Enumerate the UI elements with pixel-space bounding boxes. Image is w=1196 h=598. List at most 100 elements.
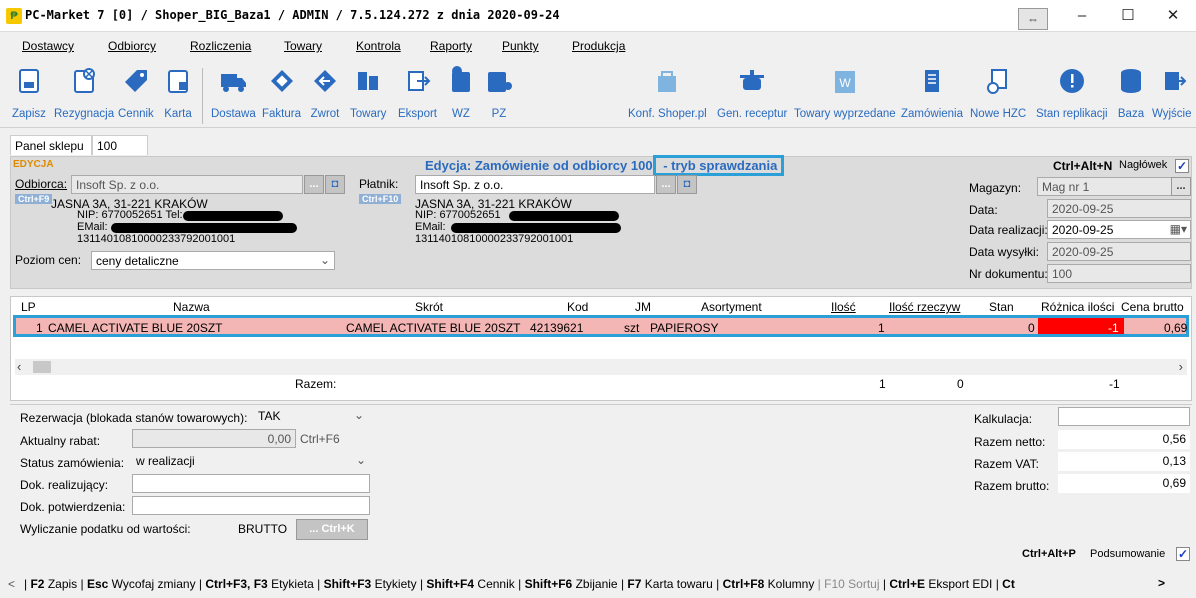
cancel-button[interactable]: Rezygnacja [54,66,114,120]
pz-button[interactable]: PZ [484,66,514,120]
delivery-button[interactable]: Dostawa [211,66,256,120]
gross-total-value: 0,69 [1058,474,1190,493]
redaction-bar [183,211,283,221]
reservation-select[interactable]: TAK ⌄ [254,407,366,426]
shoper-config-button[interactable]: Konf. Shoper.pl [628,66,707,120]
horizontal-scrollbar[interactable]: ‹ › [15,359,1187,375]
price-level-select[interactable]: ceny detaliczne ⌄ [91,251,335,270]
maximize-button[interactable]: ☐ [1105,0,1151,32]
shipping-date-label: Data wysyłki: [969,245,1040,259]
recipe-generator-button[interactable]: Gen. receptur [717,66,787,120]
col-header-actual-quantity[interactable]: Ilość rzeczyw [889,300,960,314]
shortcut-item[interactable]: | Ctrl+E Eksport EDI [883,577,993,591]
invoice-button[interactable]: Faktura [262,66,301,120]
card-button[interactable]: Karta [163,66,193,120]
col-header-difference[interactable]: Różnica ilości [1041,300,1114,314]
scroll-left-icon[interactable]: ‹ [17,359,21,374]
payer-field[interactable]: Insoft Sp. z o.o. [415,175,655,194]
shortcut-item[interactable]: | Ctrl+F8 Kolumny [716,577,814,591]
pot-icon [740,70,765,90]
wz-button[interactable]: WZ [446,66,476,120]
order-status-select[interactable]: w realizacji ⌄ [132,452,368,471]
price-list-button[interactable]: Cennik [118,66,154,120]
shortcut-item[interactable]: | Ct [996,577,1015,591]
exit-button[interactable]: Wyjście [1152,66,1192,120]
menu-rozliczenia[interactable]: Rozliczenia [190,39,251,53]
realization-date-field[interactable]: 2020-09-25 ▦▾ [1047,220,1191,239]
shortcut-item[interactable]: | Shift+F4 Cennik [420,577,515,591]
customer-camera-icon[interactable]: ◘ [325,175,345,194]
menu-raporty[interactable]: Raporty [430,39,472,53]
payer-account: 13114010810000233792001001 [415,233,574,245]
scroll-right-icon[interactable]: › [1179,359,1183,374]
shortcut-item[interactable]: | Ctrl+F3, F3 Etykieta [199,577,314,591]
goods-button[interactable]: Towary [350,66,386,120]
payer-email-label: EMail: [415,221,446,233]
summary-checkbox[interactable]: ✓ [1176,547,1190,561]
table-row[interactable]: 1 CAMEL ACTIVATE BLUE 20SZT CAMEL ACTIVA… [13,315,1189,337]
minimize-button[interactable]: – [1059,0,1105,32]
return-button[interactable]: Zwrot [310,66,340,120]
shortcut-item[interactable]: | Shift+F6 Zbijanie [518,577,618,591]
orders-button[interactable]: Zamówienia [901,66,963,120]
calculation-field[interactable] [1058,407,1190,426]
shortcut-item[interactable]: | F7 Karta towaru [621,577,713,591]
col-header-code[interactable]: Kod [567,300,588,314]
vat-total-label: Razem VAT: [974,457,1039,471]
confirmation-document-field[interactable] [132,496,370,515]
swap-icon[interactable]: ⇔ [1018,8,1048,30]
tab-panel-sklepu[interactable]: Panel sklepu [10,135,92,155]
shortcut-item[interactable]: | F2 Zapis [24,577,77,591]
save-button[interactable]: Zapisz [12,66,46,120]
menu-punkty[interactable]: Punkty [502,39,539,53]
date-label: Data: [969,203,998,217]
menu-odbiorcy[interactable]: Odbiorcy [108,39,156,53]
scroll-thumb[interactable] [33,361,51,373]
shortcut-item[interactable]: | F10 Sortuj [818,577,880,591]
sold-out-goods-button[interactable]: W Towary wyprzedane [794,66,896,120]
scroll-right-icon[interactable]: > [1158,576,1165,590]
col-header-lp[interactable]: LP [21,300,36,314]
net-total-value: 0,56 [1058,430,1190,449]
tax-calc-button[interactable]: ... Ctrl+K [296,519,368,540]
database-button[interactable]: Baza [1116,66,1146,120]
col-header-name[interactable]: Nazwa [173,300,210,314]
tab-document-100[interactable]: 100 [92,135,148,155]
customer-field[interactable]: Insoft Sp. z o.o. [71,175,303,194]
export-button[interactable]: Eksport [398,66,437,120]
col-header-assortment[interactable]: Asortyment [701,300,762,314]
warehouse-browse-button[interactable]: ... [1171,177,1191,196]
col-header-quantity[interactable]: Ilość [831,300,856,314]
replication-status-button[interactable]: Stan replikacji [1036,66,1108,120]
menu-produkcja[interactable]: Produkcja [572,39,625,53]
menu-kontrola[interactable]: Kontrola [356,39,401,53]
col-header-stock[interactable]: Stan [989,300,1014,314]
price-level-label: Poziom cen: [15,253,82,267]
toolbar: Zapisz Rezygnacja Cennik Karta Dostawa F… [0,60,1196,128]
summary-toggle-label: Podsumowanie [1090,548,1166,560]
date-field[interactable]: 2020-09-25 [1047,199,1191,218]
payer-browse-button[interactable]: ... [656,175,676,194]
shipping-date-field[interactable]: 2020-09-25 [1047,242,1191,261]
menu-dostawcy[interactable]: Dostawcy [22,39,74,53]
database-icon [1121,69,1141,93]
menu-towary[interactable]: Towary [284,39,322,53]
close-button[interactable]: ✕ [1150,0,1196,32]
calendar-icon[interactable]: ▦▾ [1170,222,1187,236]
new-hzc-button[interactable]: Nowe HZC [970,66,1026,120]
shortcut-item[interactable]: | Shift+F3 Etykiety [317,577,416,591]
scroll-left-icon[interactable]: < [8,577,15,591]
col-header-gross-price[interactable]: Cena brutto [1121,300,1184,314]
discount-shortcut[interactable]: Ctrl+F6 [300,432,340,446]
col-header-short[interactable]: Skrót [415,300,443,314]
document-number-field[interactable]: 100 [1047,264,1191,283]
header-checkbox[interactable]: ✓ [1175,159,1189,173]
cell-stock: 0 [1028,321,1035,335]
warehouse-field[interactable]: Mag nr 1 [1037,177,1175,196]
realizing-document-field[interactable] [132,474,370,493]
payer-camera-icon[interactable]: ◘ [677,175,697,194]
discount-field[interactable]: 0,00 [132,429,296,448]
customer-browse-button[interactable]: ... [304,175,324,194]
col-header-unit[interactable]: JM [635,300,651,314]
shortcut-item[interactable]: | Esc Wycofaj zmiany [81,577,196,591]
